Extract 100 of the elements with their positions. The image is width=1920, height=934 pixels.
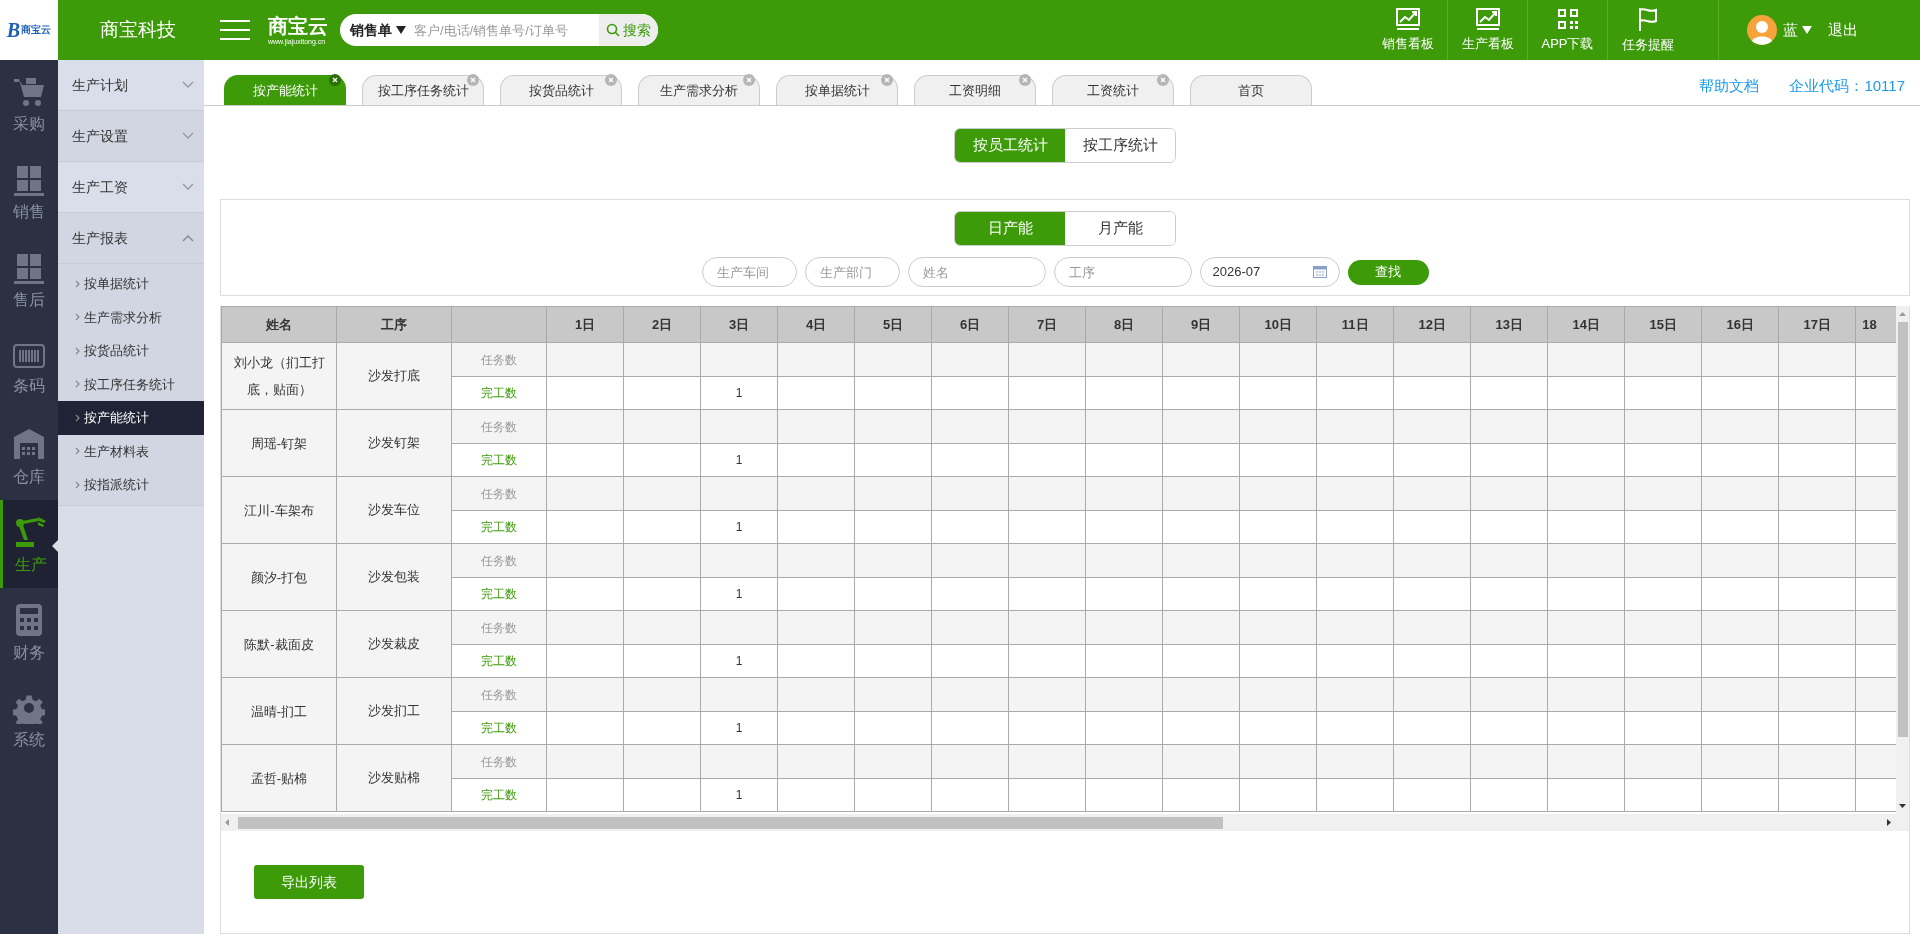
filter-field[interactable]: 生产部门 bbox=[804, 257, 900, 287]
column-header: 3日 bbox=[700, 306, 778, 343]
row-label: 任务数 bbox=[451, 476, 547, 511]
user-menu[interactable]: 蓝 bbox=[1783, 18, 1812, 42]
down-arrow-icon[interactable] bbox=[1899, 804, 1906, 808]
table-cell: 1 bbox=[700, 711, 778, 745]
find-button[interactable]: 查找 bbox=[1347, 259, 1429, 285]
menu-group[interactable]: 生产设置 bbox=[58, 111, 204, 162]
column-header: 15日 bbox=[1624, 306, 1702, 343]
submenu-item[interactable]: 生产材料表 bbox=[58, 434, 204, 468]
row-label: 完工数 bbox=[451, 443, 547, 477]
search-field[interactable]: 销售单 客户/电话/销售单号/订单号 搜索 bbox=[340, 14, 658, 46]
submenu-item[interactable]: 按指派统计 bbox=[58, 468, 204, 502]
nav-item[interactable]: 财务 bbox=[0, 588, 58, 676]
close-icon[interactable] bbox=[329, 74, 341, 86]
warehouse-icon bbox=[12, 427, 46, 461]
row-label: 任务数 bbox=[451, 409, 547, 444]
filter-field[interactable]: 生产车间 bbox=[701, 257, 797, 287]
process-cell: 沙发贴棉 bbox=[336, 744, 452, 812]
nav-item[interactable]: 售后 bbox=[0, 236, 58, 324]
column-header: 11日 bbox=[1316, 306, 1394, 343]
row-label: 任务数 bbox=[451, 610, 547, 645]
submenu-item[interactable]: 按货品统计 bbox=[58, 334, 204, 368]
tab[interactable]: 工资统计 bbox=[1052, 75, 1174, 105]
process-cell: 沙发打底 bbox=[336, 342, 452, 410]
menu-group[interactable]: 生产报表 bbox=[58, 213, 204, 264]
shortcut-button[interactable]: 任务提醒 bbox=[1608, 0, 1688, 60]
search-scope-dropdown[interactable]: 销售单 bbox=[340, 14, 414, 46]
scrollbar-thumb[interactable] bbox=[1897, 322, 1908, 737]
nav-item[interactable]: 生产 bbox=[0, 500, 58, 588]
nav-item[interactable]: 条码 bbox=[0, 324, 58, 412]
avatar-icon[interactable] bbox=[1747, 15, 1777, 45]
chevron-icon bbox=[182, 183, 194, 191]
submenu-item[interactable]: 按工序任务统计 bbox=[58, 367, 204, 401]
boxes-icon bbox=[13, 252, 45, 284]
column-header: 12日 bbox=[1393, 306, 1471, 343]
chevron-icon bbox=[75, 313, 80, 322]
process-cell: 沙发包装 bbox=[336, 543, 452, 611]
chevron-icon bbox=[75, 380, 80, 389]
row-label: 完工数 bbox=[451, 711, 547, 745]
name-cell: 孟哲-贴棉 bbox=[221, 744, 337, 812]
vertical-scrollbar[interactable] bbox=[1896, 306, 1909, 814]
row-label: 完工数 bbox=[451, 644, 547, 678]
shortcut-button[interactable]: 销售看板 bbox=[1368, 0, 1448, 60]
column-header: 13日 bbox=[1470, 306, 1548, 343]
process-cell: 沙发车位 bbox=[336, 476, 452, 544]
nav-item[interactable]: 采购 bbox=[0, 60, 58, 148]
flag-icon bbox=[1636, 5, 1660, 32]
barcode-icon bbox=[12, 342, 46, 370]
nav-item[interactable]: 系统 bbox=[0, 676, 58, 764]
row-label: 完工数 bbox=[451, 577, 547, 611]
tab[interactable]: 生产需求分析 bbox=[638, 75, 760, 105]
export-button[interactable]: 导出列表 bbox=[254, 865, 364, 899]
toggle-button[interactable]: 日产能 bbox=[955, 212, 1065, 245]
logout-button[interactable]: 退出 bbox=[1828, 18, 1858, 42]
tab[interactable]: 按产能统计 bbox=[224, 75, 346, 105]
qr-code-icon bbox=[1555, 6, 1580, 31]
name-cell: 江川-车架布 bbox=[221, 476, 337, 544]
row-label: 任务数 bbox=[451, 342, 547, 377]
settings-icon bbox=[13, 692, 45, 724]
chart-icon bbox=[1474, 6, 1501, 31]
horizontal-scrollbar[interactable] bbox=[221, 814, 1909, 831]
column-header: 1日 bbox=[546, 306, 624, 343]
company-code: 企业代码：10117 bbox=[1789, 75, 1905, 96]
row-label: 任务数 bbox=[451, 677, 547, 712]
process-cell: 沙发钉架 bbox=[336, 409, 452, 477]
table-cell: 1 bbox=[700, 644, 778, 678]
nav-item[interactable]: 仓库 bbox=[0, 412, 58, 500]
column-header: 10日 bbox=[1239, 306, 1317, 343]
submenu-item[interactable]: 生产需求分析 bbox=[58, 300, 204, 334]
row-label: 完工数 bbox=[451, 510, 547, 544]
calendar-icon[interactable] bbox=[1312, 266, 1327, 278]
nav-item[interactable]: 销售 bbox=[0, 148, 58, 236]
boxes-icon bbox=[13, 164, 45, 196]
left-arrow-icon[interactable] bbox=[225, 819, 229, 826]
submenu-item[interactable]: 按产能统计 bbox=[58, 401, 204, 435]
right-arrow-icon[interactable] bbox=[1887, 819, 1891, 826]
submenu-item[interactable]: 按单据统计 bbox=[58, 267, 204, 301]
row-label: 任务数 bbox=[451, 744, 547, 779]
row-label: 完工数 bbox=[451, 376, 547, 410]
toggle-button[interactable]: 按员工统计 bbox=[955, 129, 1065, 162]
column-header: 9日 bbox=[1162, 306, 1240, 343]
tab[interactable]: 按单据统计 bbox=[776, 75, 898, 105]
tab[interactable]: 按货品统计 bbox=[500, 75, 622, 105]
tab[interactable]: 按工序任务统计 bbox=[362, 75, 484, 105]
filter-field[interactable]: 姓名 bbox=[907, 257, 1046, 287]
shortcut-button[interactable]: 生产看板 bbox=[1448, 0, 1528, 60]
column-header: 17日 bbox=[1778, 306, 1856, 343]
table-cell: 1 bbox=[700, 376, 778, 410]
menu-icon[interactable] bbox=[220, 19, 250, 41]
caret-icon bbox=[1802, 26, 1812, 34]
tab[interactable]: 工资明细 bbox=[914, 75, 1036, 105]
up-arrow-icon[interactable] bbox=[1899, 312, 1906, 316]
chevron-icon bbox=[75, 447, 80, 456]
scrollbar-thumb[interactable] bbox=[238, 816, 1223, 829]
tab[interactable]: 首页 bbox=[1190, 75, 1312, 105]
table-cell: 1 bbox=[700, 443, 778, 477]
filter-field[interactable]: 工序 bbox=[1053, 257, 1192, 287]
shortcut-button[interactable]: APP下载 bbox=[1528, 0, 1608, 60]
chevron-icon bbox=[75, 413, 80, 422]
